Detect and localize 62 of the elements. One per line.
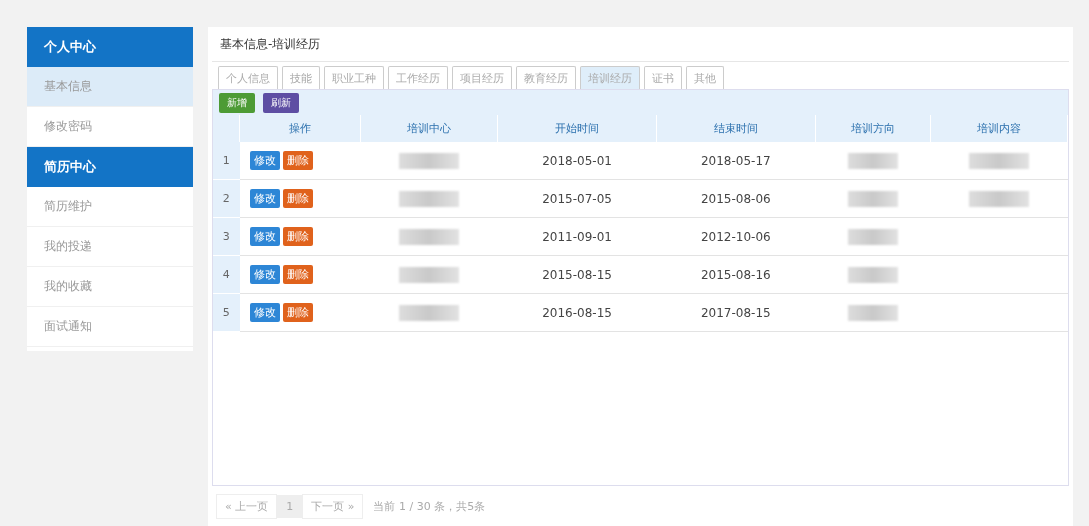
page-summary: 当前 1 / 30 条，共5条 bbox=[373, 498, 486, 514]
column-header: 开始时间 bbox=[497, 115, 657, 142]
column-header: 操作 bbox=[239, 115, 361, 142]
redacted-text bbox=[399, 266, 460, 283]
row-number: 3 bbox=[213, 217, 240, 256]
tab[interactable]: 培训经历 bbox=[580, 66, 640, 89]
delete-button[interactable]: 删除 bbox=[282, 151, 313, 170]
edit-button[interactable]: 修改 bbox=[249, 303, 280, 322]
delete-button[interactable]: 删除 bbox=[282, 303, 313, 322]
table-cell: 2015-08-16 bbox=[656, 255, 816, 294]
add-button[interactable]: 新增 bbox=[219, 92, 255, 113]
table-cell: 2016-08-15 bbox=[497, 293, 657, 332]
redacted-text bbox=[847, 190, 898, 207]
tab[interactable]: 技能 bbox=[282, 66, 320, 89]
sidebar-heading: 个人中心 bbox=[27, 27, 193, 67]
redacted-text bbox=[847, 152, 898, 169]
delete-button[interactable]: 删除 bbox=[282, 189, 313, 208]
refresh-button[interactable]: 刷新 bbox=[263, 92, 299, 113]
column-header: 培训方向 bbox=[815, 115, 931, 142]
table-cell: 2017-08-15 bbox=[656, 293, 816, 332]
edit-button[interactable]: 修改 bbox=[249, 151, 280, 170]
table-cell: 2015-08-06 bbox=[656, 179, 816, 218]
tab[interactable]: 职业工种 bbox=[324, 66, 384, 89]
row-number: 5 bbox=[213, 293, 240, 332]
tab[interactable]: 教育经历 bbox=[516, 66, 576, 89]
redacted-text bbox=[399, 304, 460, 321]
table-cell: 2015-08-15 bbox=[497, 255, 657, 294]
redacted-text bbox=[399, 152, 460, 169]
tab[interactable]: 证书 bbox=[644, 66, 682, 89]
table-cell: 2011-09-01 bbox=[497, 217, 657, 256]
tab[interactable]: 工作经历 bbox=[388, 66, 448, 89]
redacted-text bbox=[847, 228, 898, 245]
sidebar-heading: 简历中心 bbox=[27, 147, 193, 187]
table-cell: 2018-05-01 bbox=[497, 142, 657, 180]
prev-page-link[interactable]: « 上一页 bbox=[216, 493, 278, 519]
table-cell: 2015-07-05 bbox=[497, 179, 657, 218]
panel-title: 基本信息-培训经历 bbox=[212, 27, 1069, 62]
row-number: 1 bbox=[213, 142, 240, 180]
row-number: 2 bbox=[213, 179, 240, 218]
next-page-link[interactable]: 下一页 » bbox=[302, 493, 364, 519]
redacted-text bbox=[847, 304, 898, 321]
edit-button[interactable]: 修改 bbox=[249, 265, 280, 284]
table-cell: 2012-10-06 bbox=[656, 217, 816, 256]
delete-button[interactable]: 删除 bbox=[282, 265, 313, 284]
redacted-text bbox=[847, 266, 898, 283]
edit-button[interactable]: 修改 bbox=[249, 189, 280, 208]
page-link[interactable]: 1 bbox=[277, 494, 303, 518]
column-header: 培训内容 bbox=[930, 115, 1068, 142]
column-header: 结束时间 bbox=[656, 115, 816, 142]
redacted-text bbox=[968, 152, 1029, 169]
table-cell: 2018-05-17 bbox=[656, 142, 816, 180]
redacted-text bbox=[399, 228, 460, 245]
redacted-text bbox=[968, 190, 1029, 207]
row-number: 4 bbox=[213, 255, 240, 294]
redacted-text bbox=[399, 190, 460, 207]
edit-button[interactable]: 修改 bbox=[249, 227, 280, 246]
sidebar-item[interactable]: 基本信息 bbox=[27, 67, 193, 107]
delete-button[interactable]: 删除 bbox=[282, 227, 313, 246]
tab[interactable]: 项目经历 bbox=[452, 66, 512, 89]
tab[interactable]: 个人信息 bbox=[218, 66, 278, 89]
column-header: 培训中心 bbox=[360, 115, 498, 142]
tab[interactable]: 其他 bbox=[686, 66, 724, 89]
